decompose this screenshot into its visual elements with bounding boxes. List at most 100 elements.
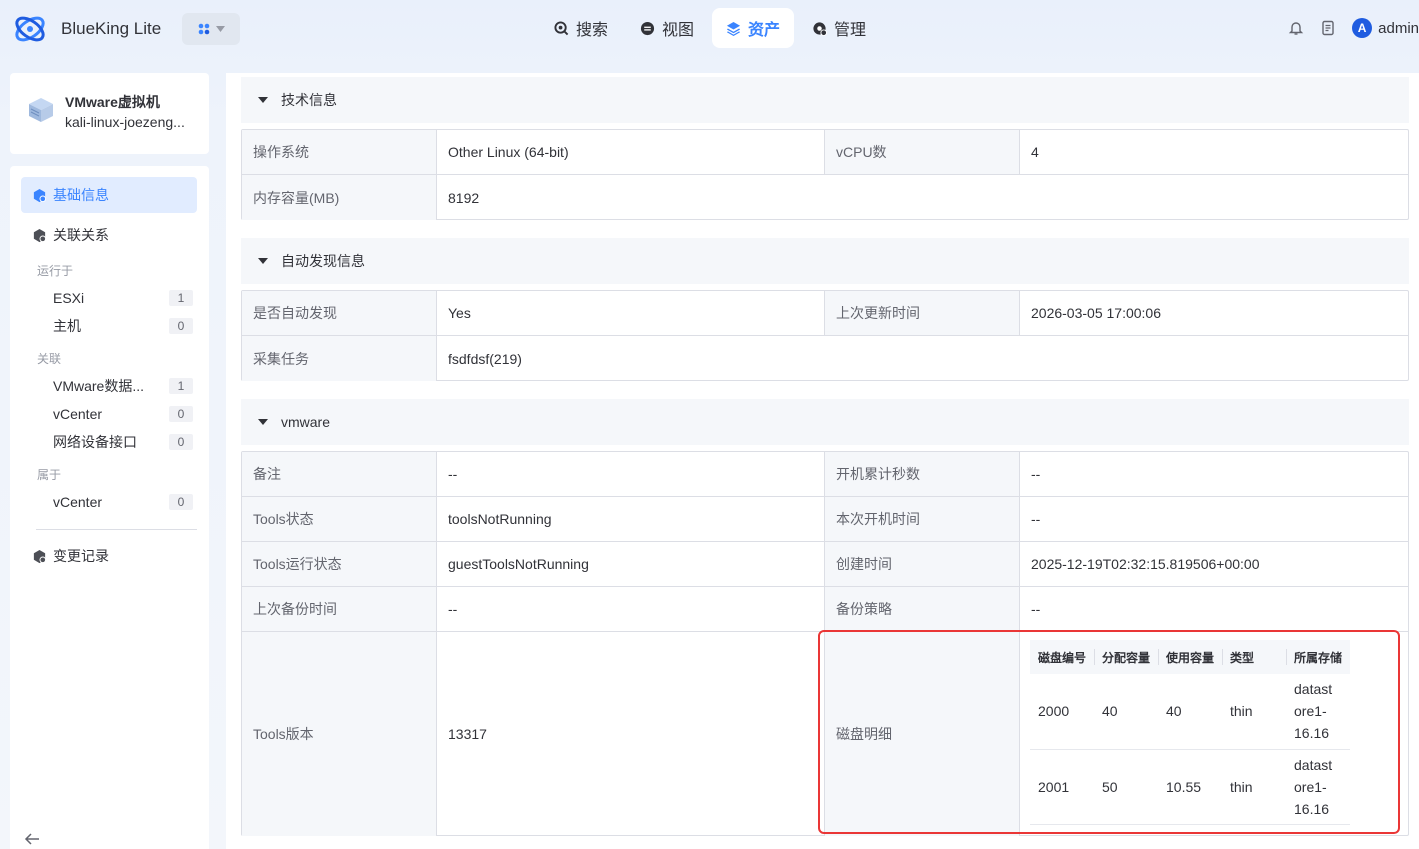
field-label: Tools状态 [242, 497, 437, 541]
disk-detail-cell: 磁盘编号 分配容量 使用容量 类型 所属存储 2000 40 40 thin d… [1020, 632, 1409, 836]
field-label: 开机累计秒数 [825, 452, 1020, 496]
nav-view-label: 视图 [662, 22, 695, 39]
nav-manage[interactable]: 管理 [798, 8, 880, 48]
vm-object-icon [29, 98, 53, 122]
top-bar: BlueKing Lite 搜索 视图 资产 管理 A admin [0, 0, 1419, 58]
field-value: -- [437, 587, 825, 631]
document-icon[interactable] [1320, 20, 1336, 36]
field-label: 本次开机时间 [825, 497, 1020, 541]
relation-name: vCenter [53, 406, 103, 422]
tech-info-table: 操作系统 Other Linux (64-bit) vCPU数 4 内存容量(M… [241, 129, 1409, 220]
disk-datastore: datast ore1- 16.16 [1286, 749, 1350, 825]
relation-item-vmware-datastore[interactable]: VMware数据... 1 [53, 375, 193, 397]
column-header: 类型 [1222, 640, 1286, 674]
group-label-runs-on: 运行于 [37, 264, 74, 278]
relation-item-network-interface[interactable]: 网络设备接口 0 [53, 431, 193, 453]
disk-type: thin [1222, 749, 1286, 825]
relation-name: ESXi [53, 290, 85, 306]
caret-down-icon [258, 258, 268, 264]
menu-basic-info-label: 基础信息 [53, 187, 109, 203]
menu-relations[interactable]: 关联关系 [21, 217, 197, 253]
field-label: 创建时间 [825, 542, 1020, 586]
field-label: 是否自动发现 [242, 291, 437, 335]
field-value: guestToolsNotRunning [437, 542, 825, 586]
field-label: 备注 [242, 452, 437, 496]
relation-item-vcenter-parent[interactable]: vCenter 0 [53, 491, 193, 513]
column-header: 磁盘编号 [1030, 640, 1094, 674]
gear-icon [813, 21, 828, 36]
field-value: -- [1031, 466, 1041, 482]
field-value: 13317 [437, 632, 825, 836]
field-label: vCPU数 [825, 130, 1020, 174]
field-label: 采集任务 [242, 336, 437, 381]
menu-change-log-label: 变更记录 [53, 548, 109, 564]
table-row: Tools状态 toolsNotRunning 本次开机时间 -- [242, 497, 1408, 542]
disk-id: 2000 [1030, 674, 1094, 750]
avatar[interactable]: A [1352, 18, 1373, 38]
username[interactable]: admin [1378, 20, 1419, 37]
disk-used: 40 [1158, 674, 1222, 750]
field-value: 2025-12-19T02:32:15.819506+00:00 [1031, 556, 1260, 572]
nav-view[interactable]: 视图 [626, 8, 708, 48]
blueking-logo-icon[interactable] [12, 12, 48, 46]
table-row: 备注 -- 开机累计秒数 -- [242, 452, 1408, 497]
column-header: 所属存储 [1286, 640, 1350, 674]
table-row: 采集任务 fsdfdsf(219) [242, 336, 1408, 381]
relation-count-badge: 1 [169, 378, 193, 394]
table-row: 上次备份时间 -- 备份策略 -- [242, 587, 1408, 632]
view-icon [640, 21, 655, 35]
section-title: vmware [281, 414, 331, 430]
disk-table-header: 磁盘编号 分配容量 使用容量 类型 所属存储 [1030, 640, 1350, 674]
menu-change-log[interactable]: 变更记录 [21, 538, 197, 574]
field-value: -- [1031, 511, 1041, 527]
relation-item-host[interactable]: 主机 0 [53, 315, 193, 337]
group-label-associated: 关联 [37, 352, 62, 366]
field-label: Tools版本 [242, 632, 437, 836]
relation-name: 主机 [53, 318, 81, 334]
main-nav: 搜索 视图 资产 管理 [540, 8, 880, 48]
layers-icon [726, 21, 741, 36]
section-header-vmware[interactable]: vmware [241, 399, 1409, 445]
relation-name: 网络设备接口 [53, 434, 137, 450]
field-value: fsdfdsf(219) [448, 350, 522, 367]
caret-down-icon [258, 97, 268, 103]
disk-detail-table: 磁盘编号 分配容量 使用容量 类型 所属存储 2000 40 40 thin d… [1030, 640, 1350, 825]
disk-row: 2000 40 40 thin datast ore1- 16.16 [1030, 674, 1350, 750]
vmware-info-table: 备注 -- 开机累计秒数 -- Tools状态 toolsNotRunning … [241, 451, 1409, 836]
field-value: toolsNotRunning [437, 497, 825, 541]
field-label: 操作系统 [242, 130, 437, 174]
menu-basic-info[interactable]: 基础信息 [21, 177, 197, 213]
relation-count-badge: 0 [169, 406, 193, 422]
field-value: 2026-03-05 17:00:06 [1031, 305, 1161, 321]
field-label: 内存容量(MB) [242, 175, 437, 220]
field-label: 备份策略 [825, 587, 1020, 631]
arrow-left-icon[interactable] [24, 832, 40, 846]
brand-name[interactable]: BlueKing Lite [61, 19, 161, 39]
nav-search[interactable]: 搜索 [540, 8, 622, 48]
cube-gear-icon [33, 549, 47, 563]
disk-used: 10.55 [1158, 749, 1222, 825]
table-row: Tools运行状态 guestToolsNotRunning 创建时间 2025… [242, 542, 1408, 587]
relation-item-vcenter[interactable]: vCenter 0 [53, 403, 193, 425]
app-switcher-button[interactable] [182, 13, 240, 45]
discovery-info-table: 是否自动发现 Yes 上次更新时间 2026-03-05 17:00:06 采集… [241, 290, 1409, 381]
field-value: -- [1031, 601, 1041, 617]
object-name: kali-linux-joezeng... [65, 114, 185, 130]
relation-name: vCenter [53, 494, 103, 510]
section-header-tech[interactable]: 技术信息 [241, 77, 1409, 123]
bell-icon[interactable] [1288, 20, 1304, 36]
search-icon [554, 20, 569, 35]
section-header-discovery[interactable]: 自动发现信息 [241, 238, 1409, 284]
section-title: 技术信息 [281, 92, 337, 108]
relation-item-esxi[interactable]: ESXi 1 [53, 287, 193, 309]
relation-name: VMware数据... [53, 378, 145, 394]
table-row: 是否自动发现 Yes 上次更新时间 2026-03-05 17:00:06 [242, 291, 1408, 336]
nav-assets[interactable]: 资产 [712, 8, 795, 48]
field-label: 上次更新时间 [825, 291, 1020, 335]
disk-type: thin [1222, 674, 1286, 750]
table-row: 操作系统 Other Linux (64-bit) vCPU数 4 [242, 130, 1408, 175]
detail-panel: 技术信息 操作系统 Other Linux (64-bit) vCPU数 4 内… [226, 73, 1419, 849]
disk-id: 2001 [1030, 749, 1094, 825]
chevron-down-icon [215, 26, 225, 32]
table-row: 内存容量(MB) 8192 [242, 175, 1408, 220]
